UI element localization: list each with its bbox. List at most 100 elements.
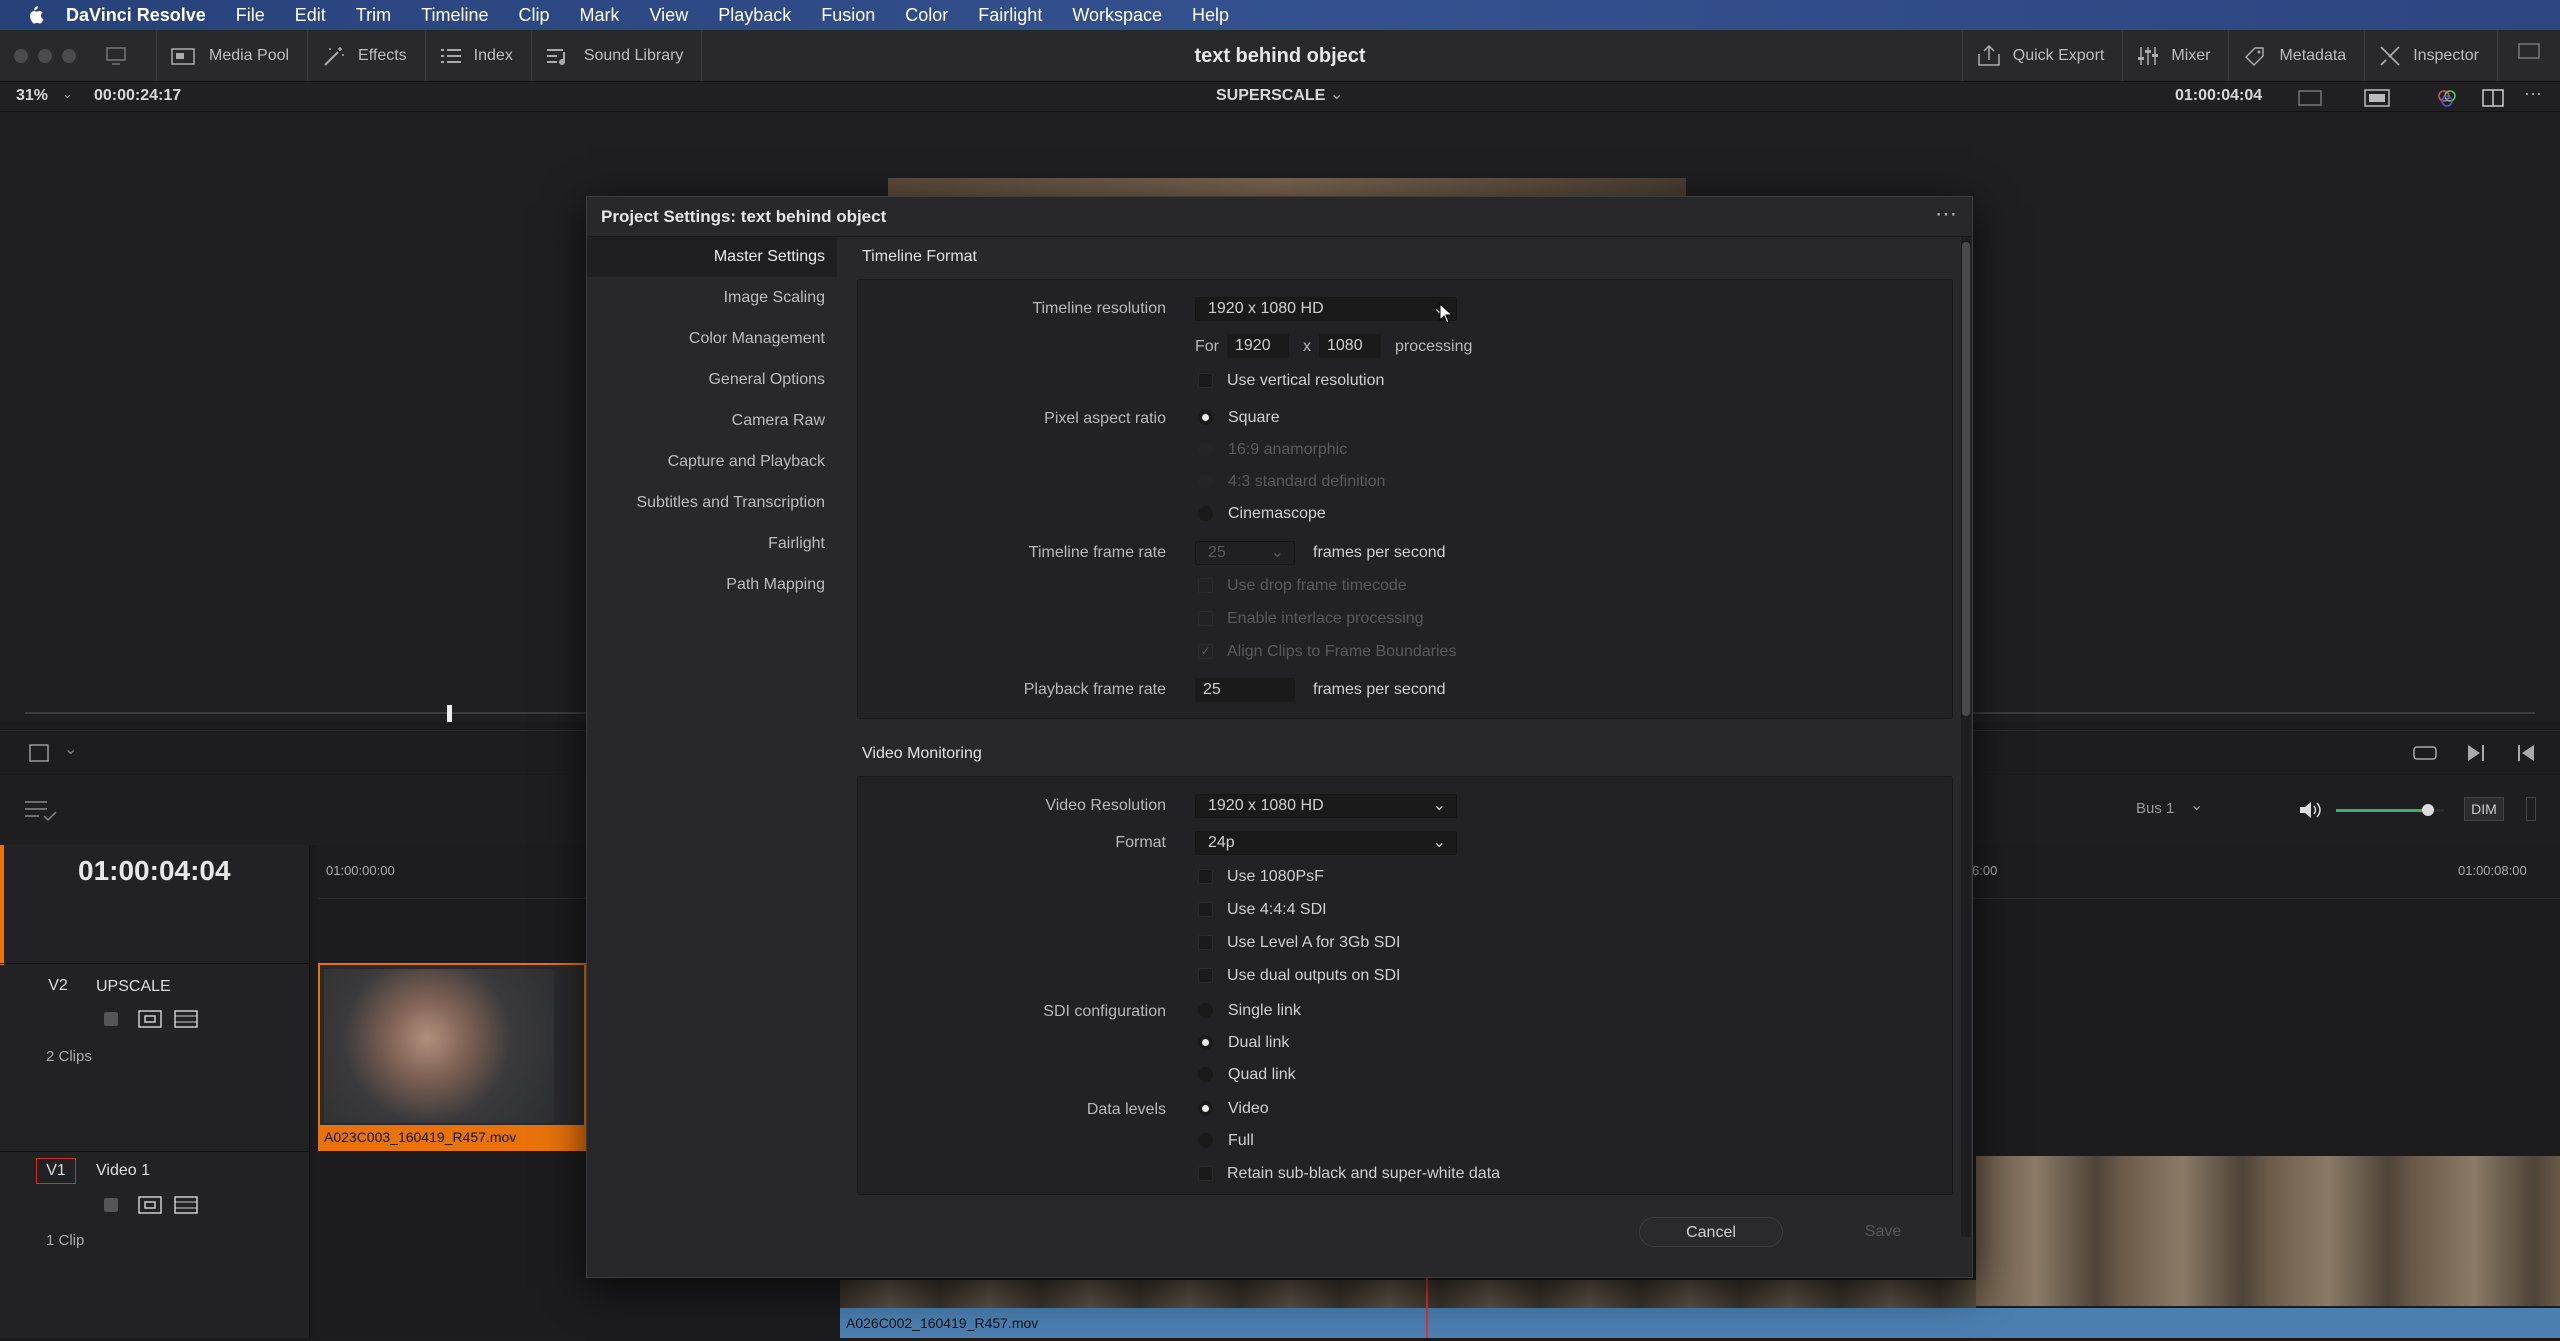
menu-app-name[interactable]: DaVinci Resolve xyxy=(66,5,206,26)
index-button[interactable]: Index xyxy=(426,30,532,81)
pixel-aspect-sd-radio[interactable] xyxy=(1198,474,1213,489)
menu-trim[interactable]: Trim xyxy=(356,5,391,26)
use-1080psf-checkbox[interactable] xyxy=(1198,869,1213,884)
nav-path-mapping[interactable]: Path Mapping xyxy=(726,576,825,594)
dialog-scrollbar-thumb[interactable] xyxy=(1962,242,1970,716)
menu-edit[interactable]: Edit xyxy=(295,5,326,26)
nav-capture-playback[interactable]: Capture and Playback xyxy=(668,453,825,471)
nav-fairlight[interactable]: Fairlight xyxy=(768,535,825,553)
nav-image-scaling[interactable]: Image Scaling xyxy=(724,289,825,307)
mixer-button[interactable]: Mixer xyxy=(2122,30,2228,81)
menu-view[interactable]: View xyxy=(650,5,689,26)
jump-to-start-icon[interactable] xyxy=(2516,743,2536,763)
nav-master-settings[interactable]: Master Settings xyxy=(714,248,825,266)
timeline-resolution-dropdown[interactable]: 1920 x 1080 HD ⌄ xyxy=(1195,297,1457,321)
lock-icon[interactable] xyxy=(104,1012,118,1026)
data-levels-video-radio[interactable] xyxy=(1198,1101,1213,1116)
transform-chevron-icon[interactable]: ⌄ xyxy=(64,739,77,759)
cancel-button[interactable]: Cancel xyxy=(1639,1217,1783,1247)
clip-name-chevron-icon[interactable]: ⌄ xyxy=(1330,84,1343,104)
sdi-dual-link-radio[interactable] xyxy=(1198,1035,1213,1050)
video-resolution-dropdown[interactable]: 1920 x 1080 HD ⌄ xyxy=(1195,794,1457,818)
dual-outputs-checkbox[interactable] xyxy=(1198,968,1213,983)
nav-subtitles[interactable]: Subtitles and Transcription xyxy=(636,494,825,512)
loop-icon[interactable] xyxy=(2412,743,2438,763)
dialog-more-icon[interactable]: ⋯ xyxy=(1935,201,1957,227)
effects-button[interactable]: Effects xyxy=(308,30,426,81)
use-level-a-checkbox[interactable] xyxy=(1198,935,1213,950)
menu-clip[interactable]: Clip xyxy=(518,5,549,26)
pixel-aspect-anamorphic-radio[interactable] xyxy=(1198,442,1213,457)
zoom-level[interactable]: 31% xyxy=(16,87,48,105)
more-options-icon[interactable]: ⋯ xyxy=(2524,84,2542,105)
track-v1-name[interactable]: Video 1 xyxy=(96,1162,150,1180)
viewer-clip-name[interactable]: SUPERSCALE xyxy=(1216,87,1325,105)
audio-bus-select[interactable]: Bus 1 xyxy=(2136,800,2174,817)
quick-export-button[interactable]: Quick Export xyxy=(1961,30,2123,81)
menu-fairlight[interactable]: Fairlight xyxy=(978,5,1042,26)
nav-camera-raw[interactable]: Camera Raw xyxy=(732,412,825,430)
dual-viewer-icon[interactable] xyxy=(2482,89,2504,107)
menu-timeline[interactable]: Timeline xyxy=(421,5,488,26)
use-444-sdi-checkbox[interactable] xyxy=(1198,902,1213,917)
save-button[interactable]: Save xyxy=(1811,1217,1955,1247)
transform-icon[interactable] xyxy=(28,743,52,763)
playback-frame-rate-input[interactable]: 25 xyxy=(1195,678,1295,702)
lock-icon[interactable] xyxy=(104,1198,118,1212)
enable-track-icon[interactable] xyxy=(174,1196,198,1214)
track-v2-name[interactable]: UPSCALE xyxy=(96,978,171,996)
drop-frame-checkbox[interactable] xyxy=(1198,578,1213,593)
data-levels-full-radio[interactable] xyxy=(1198,1133,1213,1148)
menu-workspace[interactable]: Workspace xyxy=(1072,5,1162,26)
close-window-button[interactable] xyxy=(14,48,28,63)
track-v1-id[interactable]: V1 xyxy=(36,1158,76,1184)
bus-chevron-icon[interactable]: ⌄ xyxy=(2190,795,2203,815)
media-pool-button[interactable]: Media Pool xyxy=(157,30,309,81)
nav-color-management[interactable]: Color Management xyxy=(689,330,825,348)
timeline-view-options-icon[interactable] xyxy=(24,799,58,823)
minimize-window-button[interactable] xyxy=(38,48,52,63)
nav-general-options[interactable]: General Options xyxy=(708,371,825,389)
apple-icon[interactable] xyxy=(26,5,44,25)
menu-playback[interactable]: Playback xyxy=(718,5,791,26)
v1-clip-name[interactable]: A026C002_160419_R457.mov xyxy=(840,1308,2560,1338)
fullscreen-toggle[interactable] xyxy=(2498,43,2560,68)
menu-mark[interactable]: Mark xyxy=(580,5,620,26)
viewer-layout-icon[interactable] xyxy=(2298,90,2322,106)
menu-color[interactable]: Color xyxy=(905,5,948,26)
zoom-chevron-icon[interactable]: ⌄ xyxy=(62,86,73,102)
menu-fusion[interactable]: Fusion xyxy=(821,5,875,26)
use-vertical-checkbox[interactable] xyxy=(1198,373,1213,388)
enable-track-icon[interactable] xyxy=(174,1010,198,1028)
maximize-window-button[interactable] xyxy=(62,48,76,63)
format-dropdown[interactable]: 24p ⌄ xyxy=(1195,831,1457,855)
overlay-icon[interactable] xyxy=(2364,89,2390,107)
sdi-quad-link-radio[interactable] xyxy=(1198,1067,1213,1082)
track-v2-id[interactable]: V2 xyxy=(38,974,78,1000)
menu-file[interactable]: File xyxy=(236,5,265,26)
menu-help[interactable]: Help xyxy=(1192,5,1229,26)
retain-data-checkbox[interactable] xyxy=(1198,1166,1213,1181)
auto-select-icon[interactable] xyxy=(138,1010,162,1028)
pixel-aspect-cinemascope-radio[interactable] xyxy=(1198,506,1213,521)
workspace-toggle-icon[interactable] xyxy=(106,46,126,65)
viewer-playhead[interactable] xyxy=(447,705,452,722)
dim-button[interactable]: DIM xyxy=(2464,797,2504,821)
auto-select-icon[interactable] xyxy=(138,1196,162,1214)
timeline-playhead[interactable] xyxy=(1426,1270,1428,1338)
volume-slider-knob[interactable] xyxy=(2421,804,2434,816)
color-wheels-icon[interactable] xyxy=(2436,88,2458,108)
v1-clip-strip[interactable] xyxy=(840,1280,1976,1308)
next-frame-icon[interactable] xyxy=(2466,743,2486,763)
resolution-width-input[interactable]: 1920 xyxy=(1227,334,1289,358)
sdi-single-link-radio[interactable] xyxy=(1198,1003,1213,1018)
timeline-frame-rate-dropdown[interactable]: 25 ⌄ xyxy=(1195,541,1295,565)
speaker-icon[interactable] xyxy=(2298,800,2322,820)
resolution-height-input[interactable]: 1080 xyxy=(1319,334,1381,358)
interlace-checkbox[interactable] xyxy=(1198,611,1213,626)
metadata-button[interactable]: Metadata xyxy=(2228,30,2364,81)
v2-clip[interactable]: A023C003_160419_R457.mov xyxy=(318,963,586,1151)
pixel-aspect-square-radio[interactable] xyxy=(1198,410,1213,425)
v1-clip-thumbnails[interactable] xyxy=(1976,1156,2560,1306)
sound-library-button[interactable]: Sound Library xyxy=(532,30,703,81)
